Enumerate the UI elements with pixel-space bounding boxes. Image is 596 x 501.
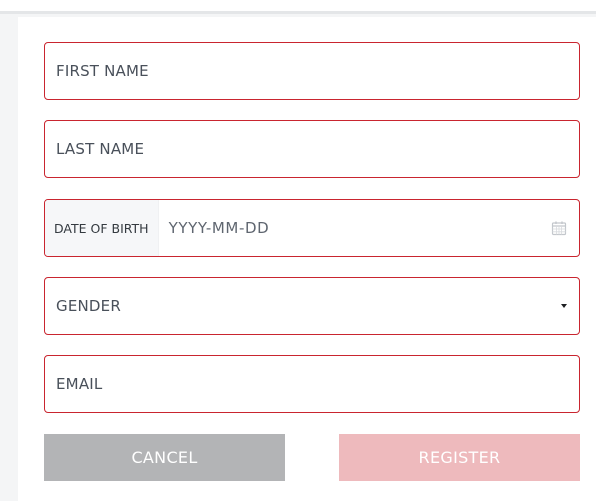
cancel-button-label: CANCEL xyxy=(131,448,198,467)
first-name-input[interactable]: FIRST NAME xyxy=(44,42,580,100)
last-name-input[interactable]: LAST NAME xyxy=(44,120,580,178)
date-of-birth-field[interactable]: DATE OF BIRTH YYYY-MM-DD xyxy=(44,199,580,257)
register-button-label: REGISTER xyxy=(418,448,501,467)
register-button[interactable]: REGISTER xyxy=(339,434,580,481)
top-bar xyxy=(0,0,596,14)
last-name-placeholder: LAST NAME xyxy=(56,140,145,158)
date-of-birth-placeholder[interactable]: YYYY-MM-DD xyxy=(159,219,551,237)
gender-selected-value: GENDER xyxy=(56,297,121,315)
first-name-placeholder: FIRST NAME xyxy=(56,62,149,80)
email-input[interactable]: EMAIL xyxy=(44,355,580,413)
registration-form: FIRST NAME LAST NAME DATE OF BIRTH YYYY-… xyxy=(18,17,596,501)
caret-down-icon xyxy=(561,304,567,308)
cancel-button[interactable]: CANCEL xyxy=(44,434,285,481)
date-of-birth-label: DATE OF BIRTH xyxy=(45,200,159,256)
calendar-icon[interactable] xyxy=(551,220,567,236)
gender-select[interactable]: GENDER xyxy=(44,277,580,335)
email-placeholder: EMAIL xyxy=(56,375,103,393)
